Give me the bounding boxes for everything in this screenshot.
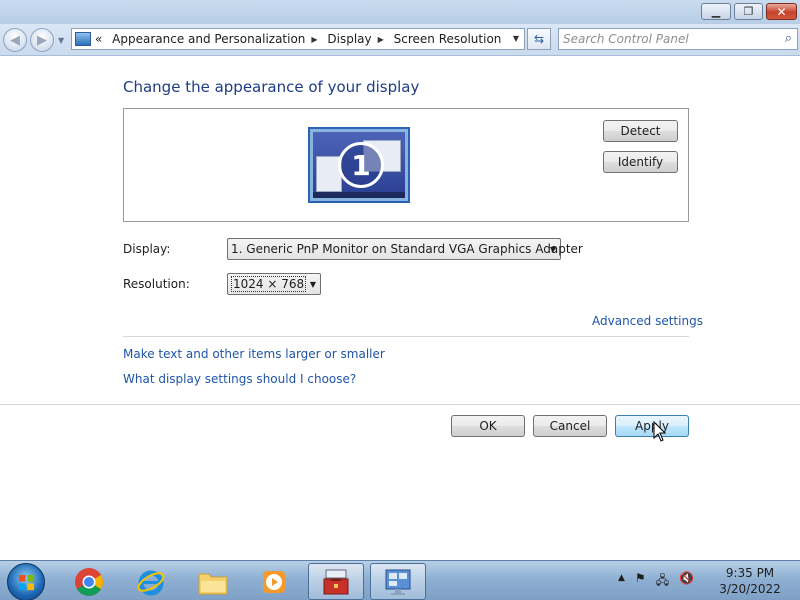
detect-button[interactable]: Detect [603, 120, 678, 142]
show-hidden-icons-button[interactable]: ▲ [618, 573, 625, 594]
start-button[interactable] [7, 563, 45, 600]
display-settings-help-link[interactable]: What display settings should I choose? [123, 372, 356, 386]
identify-button[interactable]: Identify [603, 151, 678, 173]
title-bar: ▁ ❐ ✕ [0, 0, 800, 24]
display-select-value: 1. Generic PnP Monitor on Standard VGA G… [231, 242, 583, 256]
breadcrumb-arrow-icon[interactable]: ▶ [311, 35, 317, 44]
display-select[interactable]: 1. Generic PnP Monitor on Standard VGA G… [227, 238, 583, 260]
address-bar[interactable]: « Appearance and Personalization ▶ Displa… [71, 28, 525, 50]
chrome-icon [75, 567, 103, 596]
breadcrumb-overflow-chevron[interactable]: « [95, 32, 102, 46]
divider [123, 336, 689, 337]
text-size-link[interactable]: Make text and other items larger or smal… [123, 347, 385, 361]
refresh-icon: ⇆ [533, 32, 545, 46]
close-button[interactable]: ✕ [766, 3, 797, 20]
display-label: Display: [123, 242, 171, 256]
search-box[interactable]: ⌕ [558, 28, 798, 50]
breadcrumb-display[interactable]: Display [327, 32, 371, 46]
apply-button[interactable]: Apply [615, 415, 689, 437]
minimize-icon: ▁ [711, 5, 721, 18]
taskbar-display-settings[interactable] [370, 563, 426, 600]
network-icon[interactable]: 🖧 [656, 571, 669, 592]
breadcrumb-appearance[interactable]: Appearance and Personalization [112, 32, 305, 46]
taskbar-media-player[interactable] [245, 563, 301, 600]
control-panel-icon [323, 569, 349, 594]
back-arrow-icon: ◀ [10, 32, 20, 48]
refresh-button[interactable]: ⇆ [527, 28, 551, 50]
maximize-button[interactable]: ❐ [734, 3, 763, 20]
display-settings-icon [385, 569, 411, 595]
dropdown-arrow-icon: ▼ [549, 245, 556, 254]
system-tray: ▲ ⚑ 🖧 🔇 [618, 571, 694, 592]
divider [0, 404, 800, 405]
system-clock[interactable]: 9:35 PM 3/20/2022 [712, 565, 788, 597]
resolution-select-value: 1024 × 768 [231, 276, 307, 292]
taskbar-chrome[interactable] [61, 563, 117, 600]
clock-time: 9:35 PM [725, 566, 775, 580]
breadcrumb-screen-resolution[interactable]: Screen Resolution [394, 32, 502, 46]
page-title: Change the appearance of your display [123, 78, 420, 96]
advanced-settings-link[interactable]: Advanced settings [592, 314, 703, 328]
taskbar-control-panel[interactable] [308, 563, 364, 600]
monitor-icon[interactable]: 1 [308, 127, 410, 203]
taskbar: ▲ ⚑ 🖧 🔇 9:35 PM 3/20/2022 [0, 560, 800, 600]
restore-icon: ❐ [743, 5, 754, 18]
taskbar-file-explorer[interactable] [185, 563, 241, 600]
recent-pages-dropdown[interactable]: ▼ [58, 36, 64, 45]
media-player-icon [263, 570, 285, 593]
forward-button[interactable]: ▶ [30, 28, 54, 52]
back-button[interactable]: ◀ [3, 28, 27, 52]
search-icon[interactable]: ⌕ [785, 31, 792, 46]
action-center-flag-icon[interactable]: ⚑ [635, 571, 646, 592]
file-explorer-icon [198, 573, 228, 594]
mouse-cursor-icon [653, 421, 667, 442]
ok-button[interactable]: OK [451, 415, 525, 437]
cancel-button[interactable]: Cancel [533, 415, 607, 437]
resolution-select[interactable]: 1024 × 768 ▼ [227, 273, 321, 295]
dropdown-arrow-icon: ▼ [309, 280, 316, 289]
address-dropdown-icon[interactable]: ▼ [513, 34, 519, 43]
monitor-screen: 1 [313, 132, 405, 198]
forward-arrow-icon: ▶ [37, 32, 47, 48]
internet-explorer-icon [137, 570, 165, 595]
breadcrumb-arrow-icon[interactable]: ▶ [378, 35, 384, 44]
display-preview-panel: 1 Detect Identify [123, 108, 689, 222]
taskbar-internet-explorer[interactable] [123, 563, 179, 600]
monitor-taskbar-graphic [313, 192, 405, 198]
navigation-bar: ◀ ▶ ▼ « Appearance and Personalization ▶ … [0, 24, 800, 56]
search-input[interactable] [563, 31, 773, 47]
breadcrumb: « Appearance and Personalization ▶ Displa… [95, 32, 507, 46]
volume-muted-icon[interactable]: 🔇 [679, 571, 694, 592]
monitor-number-badge: 1 [338, 142, 384, 188]
clock-date: 3/20/2022 [719, 582, 781, 596]
resolution-label: Resolution: [123, 277, 190, 291]
minimize-button[interactable]: ▁ [701, 3, 731, 20]
close-icon: ✕ [776, 4, 787, 19]
control-panel-icon [75, 32, 91, 46]
windows-logo-icon [18, 574, 35, 591]
